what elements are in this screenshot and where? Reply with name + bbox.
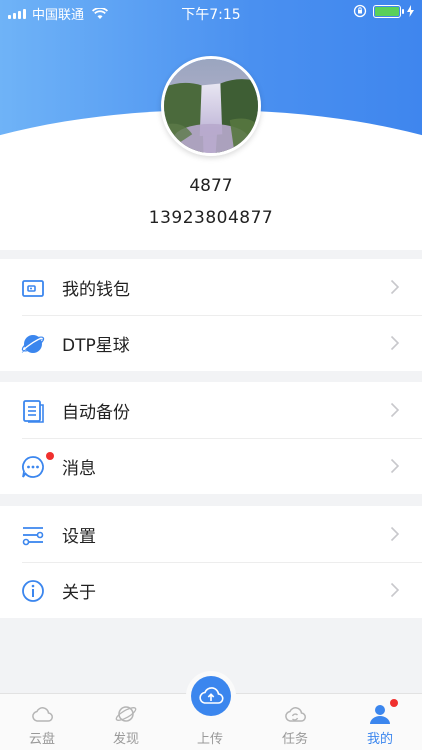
wallet-icon bbox=[22, 280, 44, 297]
chevron-right-icon bbox=[390, 335, 400, 351]
phone-number: 13923804877 bbox=[148, 208, 274, 228]
chat-bubble-icon bbox=[22, 456, 44, 478]
tab-cloud[interactable]: 云盘 bbox=[0, 694, 84, 750]
tab-upload-label: 上传 bbox=[196, 732, 223, 747]
chevron-right-icon bbox=[390, 279, 400, 295]
chevron-right-icon bbox=[390, 526, 400, 542]
waterfall-photo bbox=[164, 59, 258, 153]
menu-item-wallet[interactable]: 我的钱包 bbox=[0, 259, 422, 315]
notification-badge bbox=[390, 699, 398, 707]
chevron-right-icon bbox=[390, 582, 400, 598]
user-icon bbox=[370, 705, 390, 724]
tab-mine[interactable]: 我的 bbox=[338, 694, 422, 750]
tab-discover[interactable]: 发现 bbox=[84, 694, 168, 750]
menu-group-data: 自动备份 消息 bbox=[0, 382, 422, 494]
about-label: 关于 bbox=[62, 582, 96, 603]
tab-mine-label: 我的 bbox=[366, 732, 393, 747]
cloud-sync-icon bbox=[285, 707, 306, 722]
chevron-right-icon bbox=[390, 402, 400, 418]
battery-icon bbox=[373, 4, 404, 18]
avatar[interactable] bbox=[161, 56, 261, 156]
chevron-right-icon bbox=[390, 458, 400, 474]
settings-sliders-icon bbox=[22, 527, 44, 546]
settings-label: 设置 bbox=[62, 526, 96, 547]
orientation-lock-icon bbox=[353, 4, 367, 18]
menu-item-settings[interactable]: 设置 bbox=[0, 506, 422, 562]
menu-group-system: 设置 关于 bbox=[0, 506, 422, 618]
menu-item-planet[interactable]: DTP星球 bbox=[0, 315, 422, 371]
charging-icon bbox=[407, 5, 414, 17]
profile-header: 中国联通 下午7:15 4877 13923804877 bbox=[0, 0, 422, 250]
document-icon bbox=[23, 400, 44, 423]
info-icon bbox=[22, 580, 44, 602]
username: 4877 bbox=[189, 176, 233, 196]
auto-backup-label: 自动备份 bbox=[62, 402, 130, 423]
menu-item-messages[interactable]: 消息 bbox=[0, 438, 422, 494]
menu-group-account: 我的钱包 DTP星球 bbox=[0, 259, 422, 371]
planet-outline-icon bbox=[115, 706, 137, 722]
cloud-upload-icon bbox=[199, 687, 224, 704]
menu-item-about[interactable]: 关于 bbox=[0, 562, 422, 618]
tab-discover-label: 发现 bbox=[112, 732, 139, 747]
status-bar: 中国联通 下午7:15 bbox=[0, 0, 422, 24]
unread-badge bbox=[46, 452, 54, 460]
planet-label: DTP星球 bbox=[62, 335, 130, 356]
tab-tasks-label: 任务 bbox=[281, 732, 308, 747]
menu-item-auto-backup[interactable]: 自动备份 bbox=[0, 382, 422, 438]
cloud-icon bbox=[32, 707, 53, 722]
messages-label: 消息 bbox=[62, 458, 96, 479]
wallet-label: 我的钱包 bbox=[62, 279, 130, 300]
tab-tasks[interactable]: 任务 bbox=[253, 694, 337, 750]
upload-button[interactable] bbox=[191, 676, 231, 716]
planet-icon bbox=[21, 335, 45, 353]
tab-cloud-label: 云盘 bbox=[28, 732, 55, 747]
